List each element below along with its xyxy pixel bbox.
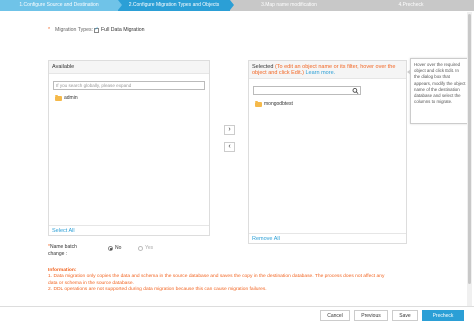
selected-panel-title: Selected xyxy=(252,64,274,70)
folder-icon xyxy=(55,94,62,101)
selected-item-mongodbtest[interactable]: mongodbtest xyxy=(255,100,293,107)
available-search-input[interactable]: If you search globally, please expand xyxy=(53,81,205,90)
learn-more-link[interactable]: Learn more. xyxy=(306,70,336,76)
page-scrollbar[interactable] xyxy=(467,12,472,306)
full-data-migration-checkbox[interactable] xyxy=(94,26,99,33)
select-all-link[interactable]: Select All xyxy=(49,225,209,235)
available-panel-title: Available xyxy=(49,61,209,74)
information-line-1: 1. Data migration only copies the data a… xyxy=(48,274,385,280)
step-configure-source[interactable]: 1.Configure Source and Destination xyxy=(0,0,122,11)
precheck-button[interactable]: Precheck xyxy=(422,310,464,321)
available-search-placeholder: If you search globally, please expand xyxy=(56,83,132,88)
radio-unselected-icon xyxy=(138,245,143,251)
information-line-3: 2. DDL operations are not supported duri… xyxy=(48,287,267,293)
previous-button[interactable]: Previous xyxy=(354,310,388,321)
available-item-label: admin xyxy=(64,95,78,101)
move-right-button[interactable]: › xyxy=(224,125,235,135)
full-data-migration-label: Full Data Migration xyxy=(101,27,145,33)
batch-label-line2: change : xyxy=(48,251,68,257)
folder-icon xyxy=(255,100,262,107)
migration-types-label: Migration Types: xyxy=(55,27,93,33)
step-configure-migration-types[interactable]: 2.Configure Migration Types and Objects xyxy=(118,0,234,11)
edit-hint-tooltip: Hover over the required object and click… xyxy=(407,58,470,124)
selected-search-input[interactable] xyxy=(253,86,361,95)
batch-yes-radio[interactable]: Yes xyxy=(138,245,153,251)
batch-no-label: No xyxy=(115,245,122,251)
scrollbar-thumb[interactable] xyxy=(468,14,471,284)
save-button[interactable]: Save xyxy=(392,310,418,321)
move-left-button[interactable]: ‹ xyxy=(224,142,235,152)
migration-types-row: * Migration Types: Full Data Migration xyxy=(48,26,145,33)
step-map-name-modification[interactable]: 3.Map name modification xyxy=(230,0,352,11)
footer-bar: Cancel Previous Save Precheck xyxy=(0,306,474,322)
search-icon[interactable] xyxy=(352,87,359,95)
radio-selected-icon xyxy=(108,245,113,251)
batch-label-line1: Name batch xyxy=(49,244,77,250)
available-panel: Available If you search globally, please… xyxy=(48,60,210,236)
selected-panel: Selected (To edit an object name or its … xyxy=(248,60,407,244)
batch-no-radio[interactable]: No xyxy=(108,245,121,251)
selected-panel-header: Selected (To edit an object name or its … xyxy=(249,61,406,79)
remove-all-link[interactable]: Remove All xyxy=(249,233,406,243)
batch-yes-label: Yes xyxy=(145,245,154,251)
step-precheck[interactable]: 4.Precheck xyxy=(348,0,474,11)
wizard-steps: 1.Configure Source and Destination 2.Con… xyxy=(0,0,474,11)
name-batch-change-label: *Name batch change : xyxy=(48,244,77,258)
cancel-button[interactable]: Cancel xyxy=(320,310,350,321)
information-section: Information: 1. Data migration only copi… xyxy=(48,268,384,294)
available-item-admin[interactable]: admin xyxy=(55,94,78,101)
selected-item-label: mongodbtest xyxy=(264,101,293,107)
required-mark: * xyxy=(48,27,51,33)
